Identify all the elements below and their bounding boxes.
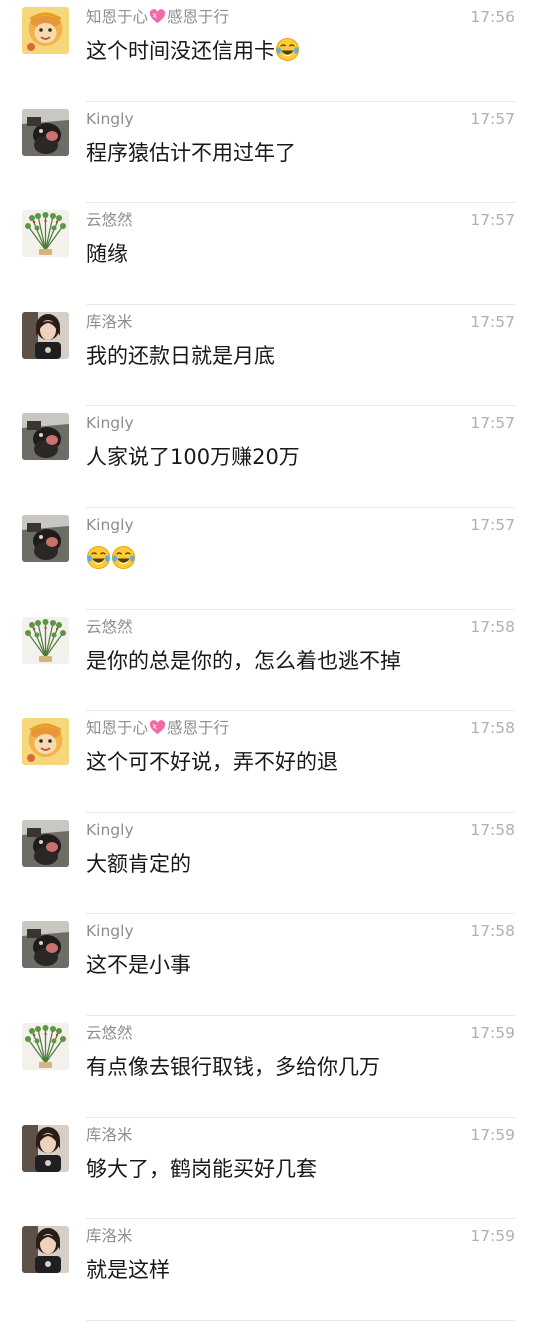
message-timestamp: 17:58 xyxy=(470,719,515,738)
message-text[interactable]: 这个可不好说，弄不好的退 xyxy=(86,747,338,777)
sender-name-part: 知恩于心 xyxy=(86,8,149,26)
message-text[interactable]: 随缘 xyxy=(86,239,128,269)
user-avatar-dog-photo[interactable] xyxy=(22,108,69,156)
chat-message-list: 知恩于心 感恩于行 17:56 这个时间没还信用卡 Kingly 17:57 程序猿估计… xyxy=(0,0,537,1321)
sender-name: Kingly xyxy=(86,820,134,839)
message-text[interactable]: 人家说了100万赚20万 xyxy=(86,442,300,472)
sender-name: 知恩于心 感恩于行 xyxy=(86,717,229,739)
message-text-content: 这不是小事 xyxy=(86,953,191,978)
message-timestamp: 17:59 xyxy=(470,1023,515,1042)
message-text[interactable]: 有点像去银行取钱，多给你几万 xyxy=(86,1052,380,1082)
message-timestamp: 17:57 xyxy=(470,515,515,534)
sender-name: 库洛米 xyxy=(86,1227,133,1246)
user-avatar-woman[interactable] xyxy=(22,1226,69,1274)
message-text-content: 这个时间没还信用卡 xyxy=(86,39,275,63)
chat-message-row[interactable]: 云悠然 17:58 是你的总是你的，怎么着也逃不掉 xyxy=(0,610,537,712)
tears-of-joy-emoji xyxy=(86,545,111,570)
chat-message-row[interactable]: Kingly 17:57 xyxy=(0,508,537,610)
user-avatar-dog-photo[interactable] xyxy=(22,413,69,461)
message-text-content: 就是这样 xyxy=(86,1258,170,1283)
user-avatar-monkey-king[interactable] xyxy=(22,718,69,766)
tears-of-joy-emoji xyxy=(275,37,300,62)
sender-name-part: 感恩于行 xyxy=(167,719,230,738)
sender-name: 库洛米 xyxy=(86,312,133,331)
message-timestamp: 17:58 xyxy=(470,922,515,941)
chat-message-row[interactable]: Kingly 17:58 这不是小事 xyxy=(0,914,537,1016)
message-text-content: 我的还款日就是月底 xyxy=(86,343,275,368)
sender-name: 库洛米 xyxy=(86,1125,133,1144)
chat-message-row[interactable]: 云悠然 17:57 随缘 xyxy=(0,203,537,305)
pink-heart-icon xyxy=(149,720,166,735)
message-text[interactable]: 大额肯定的 xyxy=(86,849,191,879)
message-timestamp: 17:59 xyxy=(470,1227,515,1246)
sender-name: 知恩于心 感恩于行 xyxy=(86,6,229,28)
sender-name: Kingly xyxy=(86,414,134,433)
sender-name-part: 知恩于心 xyxy=(86,719,149,738)
user-avatar-plant[interactable] xyxy=(22,210,69,258)
user-avatar-dog-photo[interactable] xyxy=(22,921,69,969)
message-text-content: 这个可不好说，弄不好的退 xyxy=(86,750,338,775)
message-text[interactable]: 我的还款日就是月底 xyxy=(86,341,275,371)
message-text[interactable]: 够大了，鹤岗能买好几套 xyxy=(86,1154,317,1184)
message-timestamp: 17:56 xyxy=(470,8,515,26)
message-text[interactable]: 这个时间没还信用卡 xyxy=(86,36,300,66)
message-text[interactable] xyxy=(86,544,136,574)
message-timestamp: 17:59 xyxy=(470,1125,515,1144)
message-text[interactable]: 这不是小事 xyxy=(86,950,191,980)
chat-message-row[interactable]: Kingly 17:57 人家说了100万赚20万 xyxy=(0,406,537,508)
sender-name-part: 感恩于行 xyxy=(167,8,230,26)
chat-message-row[interactable]: 库洛米 17:59 就是这样 xyxy=(0,1219,537,1321)
message-timestamp: 17:58 xyxy=(470,617,515,636)
chat-message-row[interactable]: 库洛米 17:59 够大了，鹤岗能买好几套 xyxy=(0,1118,537,1220)
sender-name: 云悠然 xyxy=(86,211,133,230)
user-avatar-plant[interactable] xyxy=(22,616,69,664)
user-avatar-dog-photo[interactable] xyxy=(22,514,69,562)
message-text-content: 大额肯定的 xyxy=(86,851,191,876)
message-text-content: 随缘 xyxy=(86,242,128,267)
sender-name: Kingly xyxy=(86,515,134,534)
chat-message-row[interactable]: Kingly 17:58 大额肯定的 xyxy=(0,813,537,915)
message-text-content: 是你的总是你的，怎么着也逃不掉 xyxy=(86,648,401,673)
user-avatar-woman[interactable] xyxy=(22,1124,69,1172)
message-timestamp: 17:57 xyxy=(470,109,515,128)
message-timestamp: 17:58 xyxy=(470,820,515,839)
sender-name: Kingly xyxy=(86,922,134,941)
chat-message-row[interactable]: 库洛米 17:57 我的还款日就是月底 xyxy=(0,305,537,407)
message-timestamp: 17:57 xyxy=(470,414,515,433)
message-text-content: 程序猿估计不用过年了 xyxy=(86,140,296,165)
message-text-content: 人家说了100万赚20万 xyxy=(86,445,300,470)
message-text[interactable]: 就是这样 xyxy=(86,1255,170,1285)
message-text-content: 有点像去银行取钱，多给你几万 xyxy=(86,1054,380,1079)
sender-name: 云悠然 xyxy=(86,617,133,636)
message-timestamp: 17:57 xyxy=(470,211,515,230)
chat-message-row[interactable]: 云悠然 17:59 有点像去银行取钱，多给你几万 xyxy=(0,1016,537,1118)
chat-message-row[interactable]: Kingly 17:57 程序猿估计不用过年了 xyxy=(0,102,537,204)
user-avatar-dog-photo[interactable] xyxy=(22,819,69,867)
tears-of-joy-emoji xyxy=(111,545,136,570)
chat-message-row[interactable]: 知恩于心 感恩于行 17:56 这个时间没还信用卡 xyxy=(0,0,537,102)
message-timestamp: 17:57 xyxy=(470,312,515,331)
sender-name: Kingly xyxy=(86,109,134,128)
user-avatar-plant[interactable] xyxy=(22,1022,69,1070)
message-text-content: 够大了，鹤岗能买好几套 xyxy=(86,1156,317,1181)
user-avatar-woman[interactable] xyxy=(22,311,69,359)
pink-heart-icon xyxy=(149,9,166,24)
sender-name: 云悠然 xyxy=(86,1023,133,1042)
chat-message-row[interactable]: 知恩于心 感恩于行 17:58 这个可不好说，弄不好的退 xyxy=(0,711,537,813)
message-text[interactable]: 程序猿估计不用过年了 xyxy=(86,138,296,168)
message-text[interactable]: 是你的总是你的，怎么着也逃不掉 xyxy=(86,646,401,676)
user-avatar-monkey-king[interactable] xyxy=(22,7,69,54)
